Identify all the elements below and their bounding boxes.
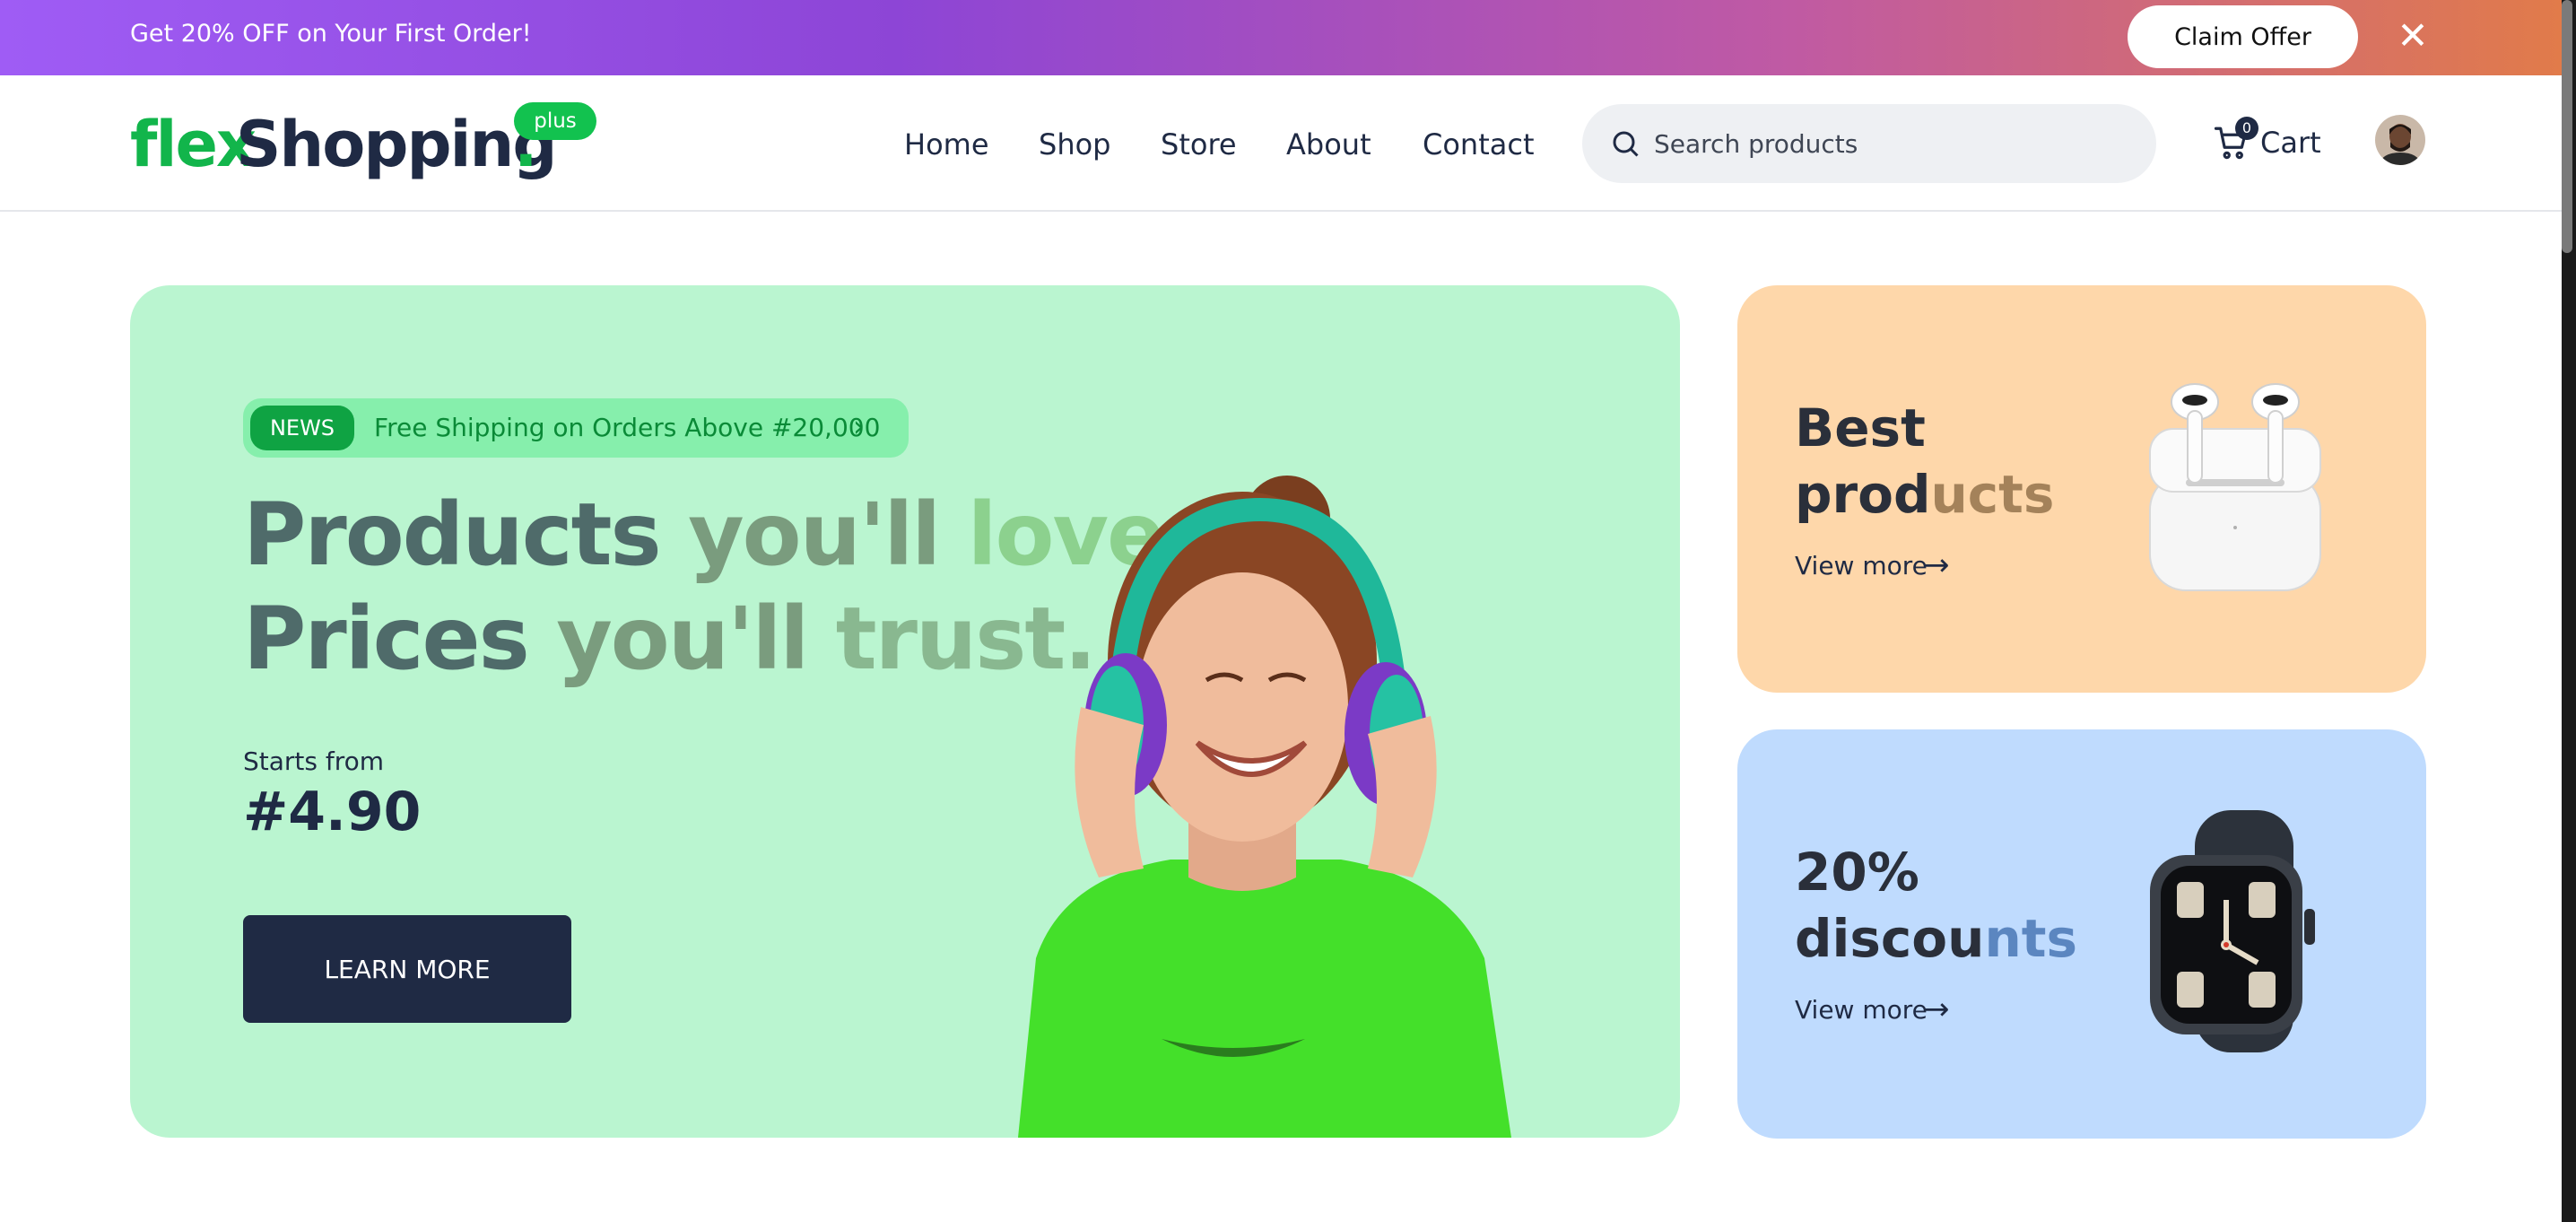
scrollbar-thumb[interactable] (2562, 0, 2572, 253)
logo-shopping-text: Shopping (236, 108, 557, 181)
avatar-icon (2375, 115, 2425, 165)
hero-banner: NEWS Free Shipping on Orders Above #20,0… (130, 285, 1680, 1138)
card-title-line-1: 20% (1795, 842, 1919, 903)
chevron-right-icon: › (853, 409, 865, 443)
nav-about[interactable]: About (1286, 127, 1371, 161)
woman-headphones-image (1018, 476, 1511, 1138)
card-title-line-1: Best (1795, 397, 1926, 458)
card-title-part: discou (1795, 908, 1985, 969)
earbuds-image (2149, 383, 2321, 591)
card-title-line-2: discounts (1795, 905, 2077, 972)
page-scrollbar[interactable] (2562, 0, 2576, 1222)
cart-label: Cart (2260, 126, 2321, 160)
headline-word: Prices (243, 589, 557, 689)
headline-word: you'll (556, 589, 836, 689)
nav-home[interactable]: Home (904, 127, 989, 161)
card-title-part: ucts (1930, 464, 2055, 525)
promo-text: Get 20% OFF on Your First Order! (130, 20, 532, 48)
card-title: Best products (1795, 395, 2054, 528)
card-title-line-2: products (1795, 461, 2054, 528)
news-tag: NEWS (250, 406, 354, 450)
search-input[interactable] (1654, 117, 2120, 170)
card-title-part: prod (1795, 464, 1931, 525)
claim-offer-button[interactable]: Claim Offer (2128, 5, 2358, 68)
arrow-right-icon[interactable]: → (1924, 547, 1950, 583)
headline-word: Products (243, 484, 689, 585)
discounts-card[interactable]: 20% discounts View more → (1737, 729, 2426, 1139)
view-more-link[interactable]: View more (1795, 551, 1928, 580)
close-icon[interactable]: ✕ (2393, 14, 2432, 57)
learn-more-button[interactable]: LEARN MORE (243, 915, 571, 1023)
site-header: flex Shopping . plus Home Shop Store Abo… (0, 75, 2562, 212)
promo-bar: Get 20% OFF on Your First Order! Claim O… (0, 0, 2562, 75)
smartwatch-image (2150, 810, 2315, 1052)
search-icon (1613, 131, 1639, 157)
user-avatar[interactable] (2375, 115, 2425, 165)
nav-store[interactable]: Store (1161, 127, 1237, 161)
headline-word: you'll (688, 484, 968, 585)
arrow-right-icon[interactable]: → (1924, 991, 1950, 1027)
news-text: Free Shipping on Orders Above #20,000 (374, 413, 881, 442)
card-title-part: nts (1984, 908, 2077, 969)
cart-count-badge: 0 (2235, 117, 2258, 140)
view-more-link[interactable]: View more (1795, 995, 1928, 1025)
price-value: #4.90 (243, 781, 422, 843)
search-bar[interactable] (1582, 104, 2156, 183)
card-title: 20% discounts (1795, 839, 2077, 972)
nav-shop[interactable]: Shop (1039, 127, 1110, 161)
starts-from-label: Starts from (243, 746, 385, 776)
logo-plus-badge: plus (514, 102, 596, 140)
news-pill[interactable]: NEWS Free Shipping on Orders Above #20,0… (243, 398, 909, 458)
nav-contact[interactable]: Contact (1423, 127, 1535, 161)
best-products-card[interactable]: Best products View more → (1737, 285, 2426, 693)
